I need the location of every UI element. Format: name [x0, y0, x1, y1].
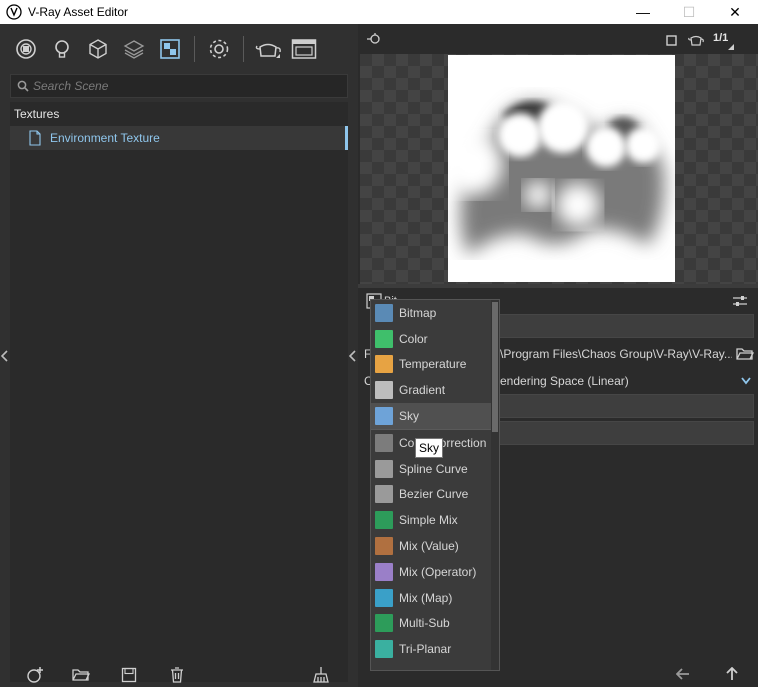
bitmap-icon — [375, 303, 393, 322]
preview-shape-square-icon[interactable] — [666, 35, 677, 46]
materials-icon[interactable] — [10, 33, 42, 65]
spline-curve-icon — [375, 459, 393, 478]
preview-ratio[interactable]: 1/1 — [713, 32, 728, 44]
mix-map-icon — [375, 588, 393, 607]
selection-indicator — [345, 126, 348, 150]
color-icon — [375, 329, 393, 348]
delete-icon[interactable] — [164, 665, 190, 685]
menu-item-bitmap[interactable]: Bitmap — [371, 300, 499, 326]
menu-item-label: Mix (Operator) — [399, 564, 477, 579]
field-a[interactable] — [496, 394, 754, 418]
color-correction-icon — [375, 433, 393, 452]
search-box[interactable] — [10, 74, 348, 98]
menu-item-label: Multi-Sub — [399, 616, 450, 631]
add-asset-icon[interactable] — [22, 665, 48, 685]
tri-planar-icon — [375, 640, 393, 659]
open-folder-icon[interactable] — [68, 665, 94, 685]
browse-folder-icon[interactable] — [736, 347, 754, 361]
collapse-left-chevron-icon[interactable] — [0, 346, 10, 366]
chevron-down-icon[interactable] — [741, 377, 751, 385]
title-bar: V-Ray Asset Editor — ☐ ✕ — [0, 0, 758, 24]
collapse-right-chevron-icon[interactable] — [348, 346, 358, 366]
document-icon — [29, 130, 41, 146]
menu-item-temperature[interactable]: Temperature — [371, 352, 499, 378]
menu-item-tri-planar[interactable]: Tri-Planar — [371, 636, 499, 662]
arrow-up-icon[interactable] — [726, 667, 738, 681]
menu-item-label: Gradient — [399, 383, 446, 398]
toolbar-separator — [243, 36, 244, 62]
window-title: V-Ray Asset Editor — [28, 5, 129, 19]
search-icon — [17, 80, 29, 92]
render-teapot-icon[interactable] — [252, 33, 284, 65]
tooltip: Sky — [415, 438, 443, 458]
preview-splitter[interactable] — [358, 284, 758, 288]
menu-item-color[interactable]: Color — [371, 326, 499, 352]
menu-item-spline-curve[interactable]: Spline Curve — [371, 456, 499, 482]
menu-item-label: Bitmap — [399, 305, 437, 320]
render-elements-icon[interactable] — [118, 33, 150, 65]
menu-item-bezier-curve[interactable]: Bezier Curve — [371, 482, 499, 508]
textures-icon[interactable] — [154, 33, 186, 65]
sky-icon — [375, 407, 393, 426]
menu-item-mix-map[interactable]: Mix (Map) — [371, 585, 499, 611]
simple-mix-icon — [375, 511, 393, 530]
save-icon[interactable] — [116, 665, 142, 685]
vray-logo-icon — [6, 4, 22, 20]
preview-render-image — [448, 55, 675, 282]
menu-item-label: Bezier Curve — [399, 487, 469, 502]
menu-scrollbar[interactable] — [491, 300, 499, 670]
menu-item-label: Spline Curve — [399, 461, 468, 476]
menu-item-gradient[interactable]: Gradient — [371, 377, 499, 403]
menu-item-label: Color — [399, 331, 428, 346]
pin-preview-icon[interactable] — [366, 32, 382, 46]
menu-scroll-thumb[interactable] — [492, 302, 498, 432]
menu-item-label: Sky — [399, 409, 420, 424]
preview-teapot-icon[interactable] — [688, 33, 704, 47]
toolbar-separator — [194, 36, 195, 62]
menu-item-label: Mix (Value) — [399, 539, 459, 554]
menu-item-label: Temperature — [399, 357, 467, 372]
color-space-value[interactable]: endering Space (Linear) — [500, 371, 732, 391]
tree-item-environment-texture[interactable]: Environment Texture — [10, 126, 348, 150]
menu-item-simple-mix[interactable]: Simple Mix — [371, 507, 499, 533]
texture-preview — [360, 54, 758, 284]
temperature-icon — [375, 355, 393, 374]
preview-toolbar: 1/1 — [358, 24, 758, 54]
tree-category-textures[interactable]: Textures — [10, 102, 348, 126]
texture-type-menu: Bitmap Color Temperature Gradient Sky Color C… — [370, 299, 500, 671]
frame-buffer-icon[interactable] — [288, 33, 320, 65]
menu-item-label: Mix (Map) — [399, 590, 453, 605]
purge-broom-icon[interactable] — [308, 665, 334, 685]
menu-item-sky[interactable]: Sky — [371, 403, 499, 429]
search-input[interactable] — [33, 79, 333, 93]
field-b[interactable] — [496, 421, 754, 445]
settings-icon[interactable] — [203, 33, 235, 65]
minimize-button[interactable]: — — [620, 0, 666, 24]
asset-tree: Textures Environment Texture — [10, 102, 348, 682]
mix-operator-icon — [375, 562, 393, 581]
bezier-curve-icon — [375, 485, 393, 504]
field-blank[interactable] — [496, 314, 754, 338]
file-path-value[interactable]: \Program Files\Chaos Group\V-Ray\V-Ray..… — [500, 344, 732, 364]
menu-item-label: Simple Mix — [399, 513, 458, 528]
ratio-dropdown-corner-icon — [728, 44, 734, 50]
menu-item-label: Tri-Planar — [399, 642, 452, 657]
bottom-toolbar — [10, 662, 348, 687]
left-panel: Textures Environment Texture — [0, 24, 358, 687]
menu-item-mix-operator[interactable]: Mix (Operator) — [371, 559, 499, 585]
arrow-left-icon[interactable] — [676, 668, 690, 680]
menu-item-mix-value[interactable]: Mix (Value) — [371, 533, 499, 559]
mix-value-icon — [375, 537, 393, 556]
maximize-button[interactable]: ☐ — [666, 0, 712, 24]
menu-item-multi-sub[interactable]: Multi-Sub — [371, 611, 499, 637]
preview-swatch — [448, 55, 675, 282]
multi-sub-icon — [375, 614, 393, 633]
options-sliders-icon[interactable] — [732, 294, 748, 308]
category-toolbar — [10, 28, 350, 70]
close-button[interactable]: ✕ — [712, 0, 758, 24]
geometry-icon[interactable] — [82, 33, 114, 65]
lights-icon[interactable] — [46, 33, 78, 65]
gradient-icon — [375, 381, 393, 400]
tree-item-label: Environment Texture — [50, 131, 160, 145]
